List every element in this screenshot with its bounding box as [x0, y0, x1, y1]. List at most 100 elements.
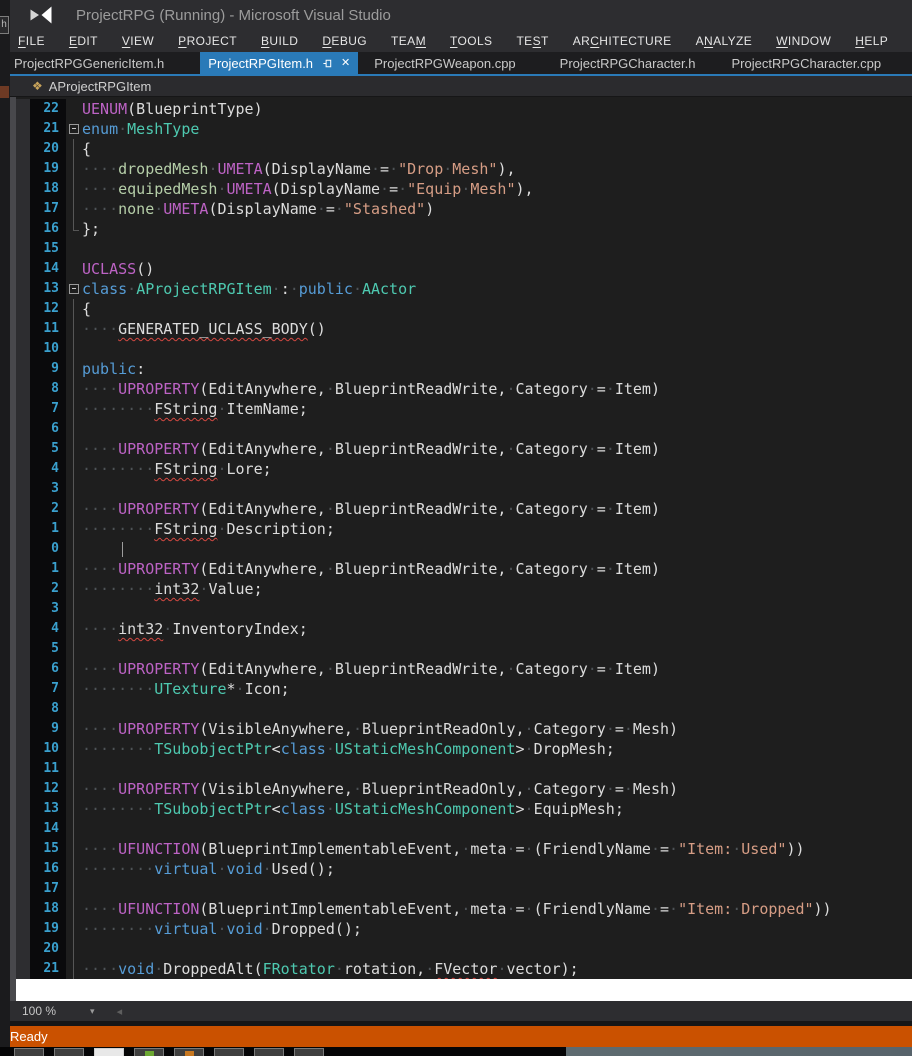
code-text[interactable] — [82, 419, 912, 439]
breakpoint-margin[interactable] — [16, 539, 30, 559]
breakpoint-margin[interactable] — [16, 759, 30, 779]
code-text[interactable]: ····UPROPERTY(VisibleAnywhere,·Blueprint… — [82, 719, 912, 739]
tab-projectrpgcharacter.h[interactable]: ProjectRPGCharacter.h — [550, 52, 706, 74]
code-text[interactable]: ········int32·Value; — [82, 579, 912, 599]
taskbar-icon[interactable] — [134, 1048, 164, 1056]
breakpoint-margin[interactable] — [16, 779, 30, 799]
code-text[interactable] — [82, 939, 912, 959]
menu-item-edit[interactable]: EDIT — [69, 34, 98, 48]
code-text[interactable]: ········FString·Lore; — [82, 459, 912, 479]
tab-projectrpggenericitem.h[interactable]: ProjectRPGGenericItem.h — [10, 52, 174, 74]
code-text[interactable]: ····UPROPERTY(VisibleAnywhere,·Blueprint… — [82, 779, 912, 799]
code-text[interactable]: { — [82, 139, 912, 159]
tab-projectrpgcharacter.cpp[interactable]: ProjectRPGCharacter.cpp — [722, 52, 892, 74]
code-text[interactable]: enum·MeshType — [82, 119, 912, 139]
code-text[interactable] — [82, 699, 912, 719]
breakpoint-margin[interactable] — [16, 399, 30, 419]
code-text[interactable] — [82, 339, 912, 359]
zoom-level-value[interactable]: 100 % — [22, 1004, 56, 1018]
tab-projectrpgitem.h[interactable]: ProjectRPGItem.h✕ — [200, 52, 358, 74]
breakpoint-margin[interactable] — [16, 179, 30, 199]
code-text[interactable]: { — [82, 299, 912, 319]
menu-item-file[interactable]: FILE — [18, 34, 45, 48]
code-text[interactable]: ····equipedMesh·UMETA(DisplayName·=·"Equ… — [82, 179, 912, 199]
breakpoint-margin[interactable] — [16, 679, 30, 699]
breakpoint-margin[interactable] — [16, 219, 30, 239]
menu-item-test[interactable]: TEST — [516, 34, 548, 48]
code-text[interactable]: ····int32·InventoryIndex; — [82, 619, 912, 639]
taskbar-icon[interactable] — [174, 1048, 204, 1056]
breakpoint-margin[interactable] — [16, 859, 30, 879]
breakpoint-margin[interactable] — [16, 459, 30, 479]
code-editor[interactable]: 22UENUM(BlueprintType)21enum·MeshType20{… — [10, 97, 912, 1001]
code-text[interactable]: ····UPROPERTY(EditAnywhere,·BlueprintRea… — [82, 499, 912, 519]
close-icon[interactable]: ✕ — [341, 58, 350, 69]
breakpoint-margin[interactable] — [16, 119, 30, 139]
code-text[interactable] — [82, 759, 912, 779]
breakpoint-margin[interactable] — [16, 359, 30, 379]
code-text[interactable]: ····UPROPERTY(EditAnywhere,·BlueprintRea… — [82, 379, 912, 399]
breakpoint-margin[interactable] — [16, 499, 30, 519]
breakpoint-margin[interactable] — [16, 619, 30, 639]
code-text[interactable] — [82, 819, 912, 839]
menu-item-project[interactable]: PROJECT — [178, 34, 237, 48]
pin-icon[interactable] — [322, 58, 333, 69]
code-text[interactable]: ····none·UMETA(DisplayName·=·"Stashed") — [82, 199, 912, 219]
code-text[interactable] — [82, 599, 912, 619]
breakpoint-margin[interactable] — [16, 599, 30, 619]
code-text[interactable]: public: — [82, 359, 912, 379]
code-text[interactable]: ········FString·Description; — [82, 519, 912, 539]
breakpoint-margin[interactable] — [16, 719, 30, 739]
taskbar-icon[interactable] — [214, 1048, 244, 1056]
hscroll-left-arrow-icon[interactable]: ◂ — [117, 1005, 123, 1018]
breakpoint-margin[interactable] — [16, 99, 30, 119]
breakpoint-margin[interactable] — [16, 579, 30, 599]
taskbar-icon[interactable] — [254, 1048, 284, 1056]
breadcrumb[interactable]: AProjectRPGItem — [49, 79, 152, 94]
code-text[interactable]: ····UFUNCTION(BlueprintImplementableEven… — [82, 899, 912, 919]
breakpoint-margin[interactable] — [16, 939, 30, 959]
breakpoint-margin[interactable] — [16, 439, 30, 459]
breakpoint-margin[interactable] — [16, 339, 30, 359]
navigation-bar[interactable]: ❖ AProjectRPGItem — [10, 76, 912, 97]
code-text[interactable]: class·AProjectRPGItem·:·public·AActor — [82, 279, 912, 299]
code-text[interactable]: ····UPROPERTY(EditAnywhere,·BlueprintRea… — [82, 439, 912, 459]
breakpoint-margin[interactable] — [16, 799, 30, 819]
collapse-toggle-icon[interactable] — [66, 279, 82, 299]
breakpoint-margin[interactable] — [16, 919, 30, 939]
menu-item-architecture[interactable]: ARCHITECTURE — [573, 34, 672, 48]
code-text[interactable]: ····UFUNCTION(BlueprintImplementableEven… — [82, 839, 912, 859]
breakpoint-margin[interactable] — [16, 239, 30, 259]
menu-item-debug[interactable]: DEBUG — [322, 34, 367, 48]
code-text[interactable]: ········virtual·void·Dropped(); — [82, 919, 912, 939]
code-text[interactable]: ········TSubobjectPtr<class·UStaticMeshC… — [82, 739, 912, 759]
collapse-toggle-icon[interactable] — [66, 119, 82, 139]
taskbar-icon[interactable] — [294, 1048, 324, 1056]
taskbar-icon[interactable] — [14, 1048, 44, 1056]
breakpoint-margin[interactable] — [16, 319, 30, 339]
breakpoint-margin[interactable] — [16, 659, 30, 679]
code-text[interactable]: ····UPROPERTY(EditAnywhere,·BlueprintRea… — [82, 659, 912, 679]
breakpoint-margin[interactable] — [16, 259, 30, 279]
menu-item-help[interactable]: HELP — [855, 34, 888, 48]
code-text[interactable] — [82, 639, 912, 659]
code-text[interactable]: UCLASS() — [82, 259, 912, 279]
code-text[interactable] — [82, 479, 912, 499]
code-text[interactable]: }; — [82, 219, 912, 239]
taskbar-icon[interactable] — [94, 1048, 124, 1056]
menu-item-view[interactable]: VIEW — [122, 34, 154, 48]
menu-item-build[interactable]: BUILD — [261, 34, 298, 48]
breakpoint-margin[interactable] — [16, 839, 30, 859]
breakpoint-margin[interactable] — [16, 959, 30, 979]
code-text[interactable]: ········TSubobjectPtr<class·UStaticMeshC… — [82, 799, 912, 819]
menu-item-analyze[interactable]: ANALYZE — [696, 34, 753, 48]
code-text[interactable]: ····dropedMesh·UMETA(DisplayName·=·"Drop… — [82, 159, 912, 179]
menu-item-team[interactable]: TEAM — [391, 34, 426, 48]
code-text[interactable]: ····void·DroppedAlt(FRotator·rotation,·F… — [82, 959, 912, 979]
code-text[interactable]: ····UPROPERTY(EditAnywhere,·BlueprintRea… — [82, 559, 912, 579]
menu-item-tools[interactable]: TOOLS — [450, 34, 492, 48]
breakpoint-margin[interactable] — [16, 639, 30, 659]
code-text[interactable]: ········virtual·void·Used(); — [82, 859, 912, 879]
code-text[interactable] — [82, 239, 912, 259]
tab-projectrpgweapon.cpp[interactable]: ProjectRPGWeapon.cpp — [364, 52, 525, 74]
